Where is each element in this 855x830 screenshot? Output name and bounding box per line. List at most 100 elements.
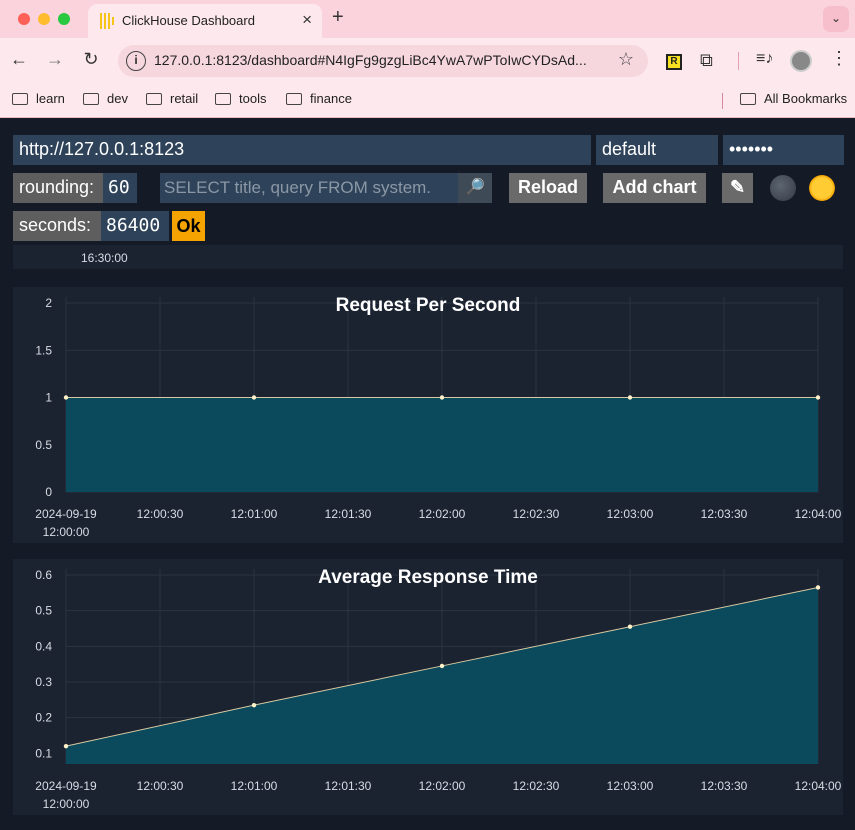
rounding-label: rounding: [13, 173, 103, 203]
profile-avatar[interactable] [790, 50, 812, 72]
user-input[interactable]: default [596, 135, 718, 165]
y-tick-label: 0.6 [35, 568, 52, 582]
x-tick-label: 12:00:30 [137, 779, 184, 793]
extensions-puzzle-icon[interactable]: ⧉ [700, 50, 713, 71]
clickhouse-logo-icon [100, 13, 116, 29]
edit-pencil-icon[interactable]: ✎ [722, 173, 753, 203]
y-tick-label: 2 [45, 296, 52, 310]
folder-icon [146, 92, 162, 105]
bookmark-star-icon[interactable]: ☆ [618, 49, 634, 70]
browser-tab-bar: ClickHouse Dashboard × + ⌄ [0, 0, 855, 38]
dark-theme-moon-icon[interactable] [770, 175, 796, 201]
all-bookmarks[interactable]: All Bookmarks [740, 91, 847, 106]
media-control-icon[interactable]: ≡♪ [756, 50, 773, 68]
x-tick-label: 12:00:30 [137, 507, 184, 521]
x-tick-label: 12:00:00 [43, 525, 90, 539]
reload-button[interactable]: Reload [509, 173, 587, 203]
browser-menu-icon[interactable]: ⋮ [830, 48, 848, 69]
x-tick-label: 12:00:00 [43, 797, 90, 811]
x-tick-label: 12:04:00 [795, 507, 842, 521]
data-point [439, 395, 445, 400]
close-tab-icon[interactable]: × [302, 10, 312, 30]
x-tick-label: 12:03:00 [607, 779, 654, 793]
data-point [63, 395, 69, 400]
password-input[interactable]: ••••••• [723, 135, 844, 165]
bookmark-tools[interactable]: tools [215, 91, 266, 106]
maximize-window-button[interactable] [58, 13, 70, 25]
extension-r-icon[interactable]: R [666, 54, 682, 70]
minimize-window-button[interactable] [38, 13, 50, 25]
x-tick-label: 12:03:30 [701, 507, 748, 521]
bookmark-dev[interactable]: dev [83, 91, 128, 106]
data-point [815, 395, 821, 400]
bookmark-retail[interactable]: retail [146, 91, 198, 106]
x-tick-label: 2024-09-19 [35, 507, 97, 521]
x-tick-label: 12:02:30 [513, 507, 560, 521]
data-point [815, 585, 821, 590]
x-tick-label: 12:02:00 [419, 507, 466, 521]
bookmark-finance[interactable]: finance [286, 91, 352, 106]
y-tick-label: 1.5 [35, 343, 52, 357]
tab-search-chevron-icon[interactable]: ⌄ [823, 6, 849, 32]
data-point [63, 743, 69, 749]
previous-chart-partial: 16:30:00 [13, 245, 843, 269]
y-tick-label: 0 [45, 485, 52, 499]
x-tick-label: 12:01:30 [325, 507, 372, 521]
folder-icon [83, 92, 99, 105]
add-chart-button[interactable]: Add chart [603, 173, 706, 203]
chart-svg: 0.6 0.5 0.4 0.3 0.2 0.1 2024-09-19 12:00:00 12:0… [35, 567, 842, 811]
browser-tab[interactable]: ClickHouse Dashboard × [88, 4, 322, 38]
x-tick-label: 12:02:30 [513, 779, 560, 793]
x-tick-label: 12:01:00 [231, 507, 278, 521]
y-tick-label: 0.2 [35, 711, 52, 725]
y-tick-label: 1 [45, 391, 52, 405]
toolbar-divider [738, 52, 739, 70]
y-tick-label: 0.4 [35, 639, 52, 653]
folder-icon [740, 92, 756, 105]
query-input[interactable]: SELECT title, query FROM system. [160, 173, 458, 203]
chart-request-per-second: 2 1.5 1 0.5 0 2024-09-19 12:00:00 12:00:30 12:01… [13, 287, 843, 543]
x-tick-label: 2024-09-19 [35, 779, 97, 793]
y-tick-label: 0.1 [35, 746, 52, 760]
reload-icon[interactable]: ↻ [80, 49, 102, 70]
x-tick-label: 12:04:00 [795, 779, 842, 793]
url-text[interactable]: 127.0.0.1:8123/dashboard#N4IgFg9gzgLiBc4… [154, 52, 587, 68]
data-point [251, 395, 257, 400]
x-tick-label: 12:01:00 [231, 779, 278, 793]
x-tick-label: 12:02:00 [419, 779, 466, 793]
back-arrow-icon[interactable]: ← [8, 49, 30, 70]
seconds-input[interactable]: 86400 [101, 211, 169, 241]
chart-title: Request Per Second [336, 295, 521, 316]
y-tick-label: 0.5 [35, 438, 52, 452]
data-point [627, 395, 633, 400]
x-tick-label: 12:01:30 [325, 779, 372, 793]
series-area [66, 397, 818, 492]
chart-average-response-time: 0.6 0.5 0.4 0.3 0.2 0.1 2024-09-19 12:00:00 12:0… [13, 559, 843, 815]
close-window-button[interactable] [18, 13, 30, 25]
y-tick-label: 0.3 [35, 675, 52, 689]
bookmarks-divider [722, 93, 723, 109]
data-point [439, 663, 445, 669]
folder-icon [286, 92, 302, 105]
bookmark-learn[interactable]: learn [12, 91, 65, 106]
forward-arrow-icon[interactable]: → [44, 49, 66, 70]
server-url-input[interactable]: http://127.0.0.1:8123 [13, 135, 591, 165]
search-icon[interactable]: 🔎 [458, 173, 492, 203]
x-tick-label: 12:03:00 [607, 507, 654, 521]
folder-icon [12, 92, 28, 105]
site-info-icon[interactable]: i [126, 51, 146, 71]
tab-title: ClickHouse Dashboard [122, 13, 255, 28]
dashboard: http://127.0.0.1:8123 default ••••••• ro… [0, 119, 855, 830]
data-point [627, 624, 633, 629]
rounding-input[interactable]: 60 [103, 173, 137, 203]
browser-nav-bar: ← → ↻ i 127.0.0.1:8123/dashboard#N4IgFg9… [0, 38, 855, 84]
address-bar[interactable]: i 127.0.0.1:8123/dashboard#N4IgFg9gzgLiB… [118, 45, 648, 77]
new-tab-icon[interactable]: + [332, 6, 344, 29]
data-point [251, 702, 257, 708]
seconds-label: seconds: [13, 211, 101, 241]
folder-icon [215, 92, 231, 105]
light-theme-sun-icon[interactable] [809, 175, 835, 201]
x-tick-label: 12:03:30 [701, 779, 748, 793]
y-tick-label: 0.5 [35, 604, 52, 618]
ok-button[interactable]: Ok [172, 211, 205, 241]
